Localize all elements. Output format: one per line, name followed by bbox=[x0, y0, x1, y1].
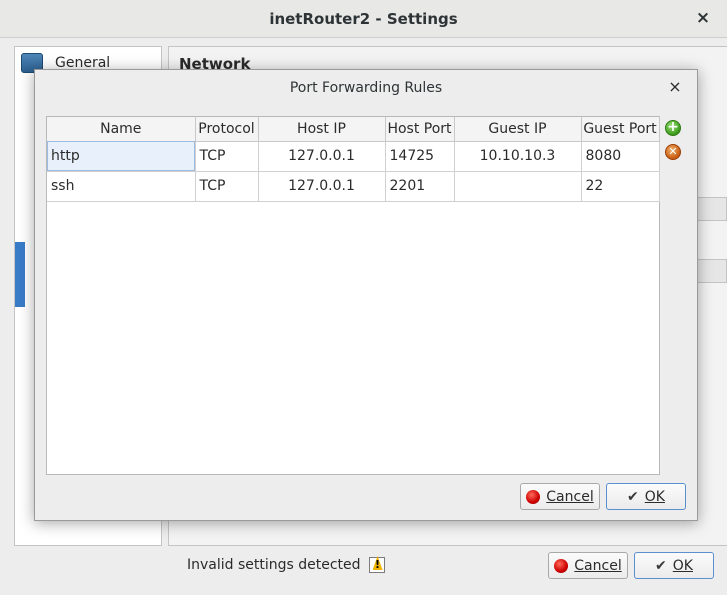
column-header-protocol[interactable]: Protocol bbox=[195, 117, 259, 142]
rule-tools: + ✕ bbox=[665, 120, 685, 168]
cell-name[interactable]: http bbox=[47, 141, 196, 172]
dialog-ok-button[interactable]: ✔ OK bbox=[606, 483, 686, 510]
remove-rule-icon: ✕ bbox=[665, 144, 681, 160]
cell-host-ip[interactable]: 127.0.0.1 bbox=[258, 141, 386, 172]
cell-protocol[interactable]: TCP bbox=[195, 141, 259, 172]
panel-control-stub[interactable] bbox=[697, 259, 727, 283]
dialog-title: Port Forwarding Rules bbox=[289, 80, 443, 96]
panel-control-stub[interactable] bbox=[697, 197, 727, 221]
cancel-icon bbox=[526, 489, 541, 504]
add-rule-icon: + bbox=[665, 120, 681, 136]
column-header-host-port[interactable]: Host Port bbox=[385, 117, 455, 142]
dialog-close-button[interactable]: × bbox=[665, 77, 685, 97]
rules-table-container: Name Protocol Host IP Host Port Guest IP… bbox=[46, 116, 660, 475]
cell-guest-ip[interactable]: 10.10.10.3 bbox=[454, 141, 582, 172]
rules-table: Name Protocol Host IP Host Port Guest IP… bbox=[47, 117, 660, 202]
add-rule-button[interactable]: + bbox=[665, 120, 683, 138]
settings-window-title: inetRouter2 - Settings bbox=[269, 9, 458, 28]
validation-status-text: Invalid settings detected bbox=[187, 557, 361, 573]
table-row[interactable]: ssh TCP 127.0.0.1 2201 22 bbox=[47, 171, 660, 202]
cell-protocol[interactable]: TCP bbox=[195, 171, 259, 202]
checkmark-icon: ✔ bbox=[627, 488, 639, 505]
sidebar-selection-indicator bbox=[15, 242, 25, 307]
validation-status: Invalid settings detected bbox=[187, 557, 385, 573]
port-forwarding-dialog: Port Forwarding Rules × Name Protocol Ho… bbox=[34, 69, 698, 521]
settings-title-bar: inetRouter2 - Settings × bbox=[0, 0, 727, 38]
checkmark-icon: ✔ bbox=[655, 557, 667, 574]
dialog-cancel-button[interactable]: Cancel bbox=[520, 483, 600, 510]
cancel-icon bbox=[554, 558, 569, 573]
cell-guest-port[interactable]: 22 bbox=[581, 171, 660, 202]
table-header-row: Name Protocol Host IP Host Port Guest IP… bbox=[47, 117, 660, 142]
cell-name[interactable]: ssh bbox=[47, 171, 196, 202]
settings-cancel-button[interactable]: Cancel bbox=[548, 552, 628, 579]
cell-guest-ip[interactable] bbox=[454, 171, 582, 202]
table-row[interactable]: http TCP 127.0.0.1 14725 10.10.10.3 8080 bbox=[47, 141, 660, 172]
column-header-name[interactable]: Name bbox=[47, 117, 196, 142]
cell-guest-port[interactable]: 8080 bbox=[581, 141, 660, 172]
cell-host-port[interactable]: 14725 bbox=[385, 141, 455, 172]
column-header-guest-ip[interactable]: Guest IP bbox=[454, 117, 582, 142]
warning-icon[interactable] bbox=[368, 557, 385, 573]
remove-rule-button[interactable]: ✕ bbox=[665, 144, 683, 162]
dialog-title-bar: Port Forwarding Rules bbox=[35, 70, 697, 106]
settings-close-button[interactable]: × bbox=[693, 8, 713, 28]
column-header-host-ip[interactable]: Host IP bbox=[258, 117, 386, 142]
cell-host-ip[interactable]: 127.0.0.1 bbox=[258, 171, 386, 202]
column-header-guest-port[interactable]: Guest Port bbox=[581, 117, 660, 142]
settings-ok-button[interactable]: ✔ OK bbox=[634, 552, 714, 579]
cell-host-port[interactable]: 2201 bbox=[385, 171, 455, 202]
